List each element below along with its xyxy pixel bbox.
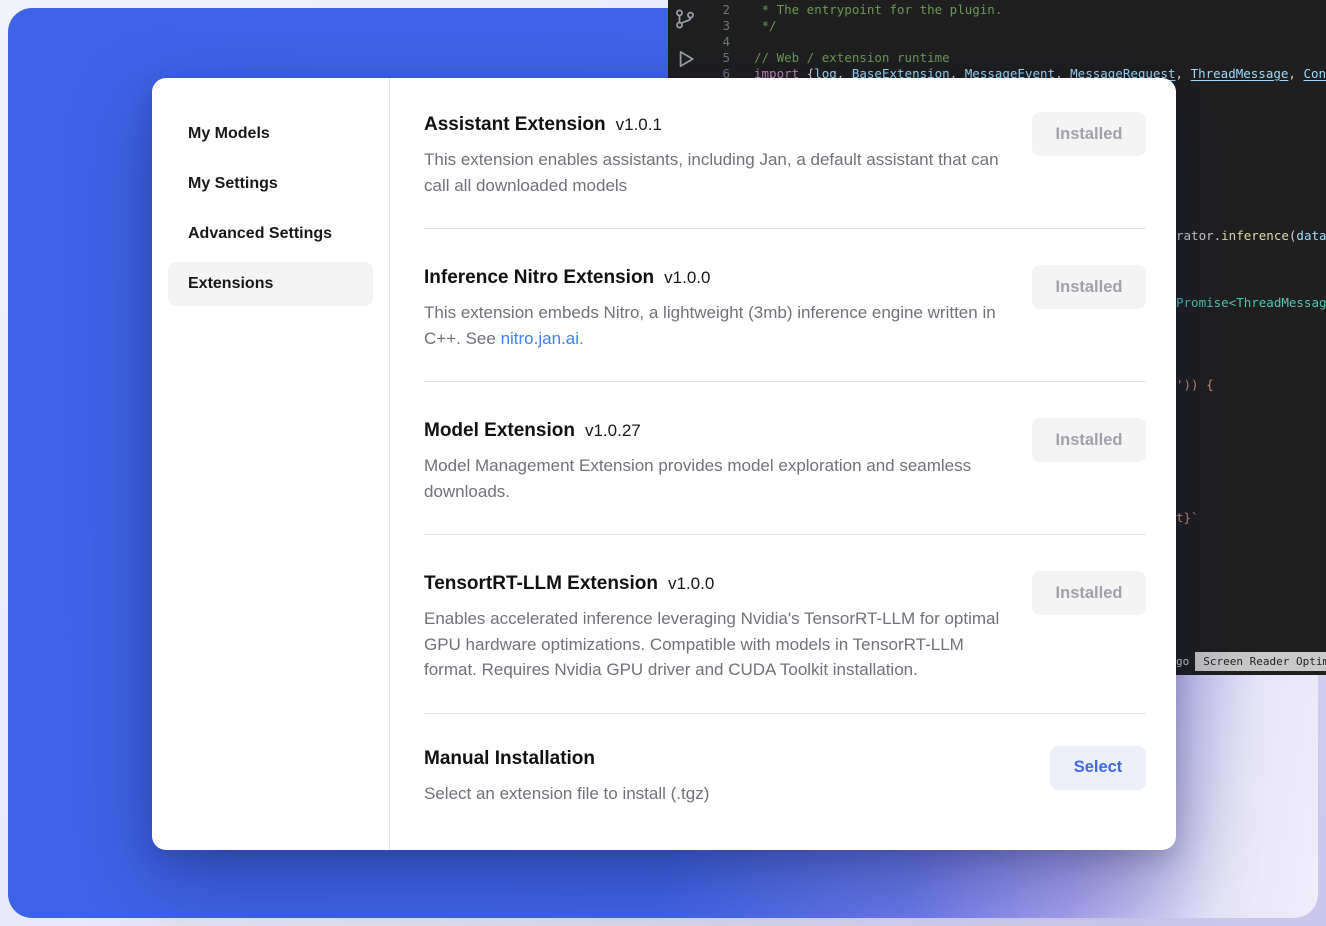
sidebar-item-advanced-settings[interactable]: Advanced Settings xyxy=(168,212,373,256)
extension-description: This extension enables assistants, inclu… xyxy=(424,147,1014,198)
code-text: */ xyxy=(744,18,777,33)
extension-info: Model Extension v1.0.27 Model Management… xyxy=(424,418,1014,504)
code-line: 2 * The entrypoint for the plugin. xyxy=(668,2,1002,18)
code-fragment: Promise<ThreadMessage> xyxy=(1176,295,1326,310)
manual-installation-description: Select an extension file to install (.tg… xyxy=(424,781,709,807)
line-number: 3 xyxy=(668,18,744,34)
extension-title: TensortRT-LLM Extension xyxy=(424,571,658,597)
sidebar-item-my-models[interactable]: My Models xyxy=(168,112,373,156)
code-line: 5// Web / extension runtime xyxy=(668,50,950,66)
line-number: 4 xyxy=(668,34,744,50)
extension-info: Inference Nitro Extension v1.0.0 This ex… xyxy=(424,265,1014,351)
settings-sidebar: My Models My Settings Advanced Settings … xyxy=(152,78,390,850)
code-text: // Web / extension runtime xyxy=(744,50,950,65)
extension-title: Model Extension xyxy=(424,418,575,444)
extension-info: Manual Installation Select an extension … xyxy=(424,746,709,807)
manual-installation-row: Manual Installation Select an extension … xyxy=(424,714,1146,807)
extension-info: Assistant Extension v1.0.1 This extensio… xyxy=(424,112,1014,198)
code-fragment: t}` xyxy=(1176,510,1199,525)
code-line: 3 */ xyxy=(668,18,777,34)
extension-version: v1.0.0 xyxy=(668,574,714,594)
select-file-button[interactable]: Select xyxy=(1050,746,1146,790)
extension-row: Assistant Extension v1.0.1 This extensio… xyxy=(424,112,1146,229)
code-fragment: rator.inference(data)); xyxy=(1176,228,1326,243)
code-line: 4 xyxy=(668,34,744,50)
extension-title: Assistant Extension xyxy=(424,112,606,138)
extension-description: This extension embeds Nitro, a lightweig… xyxy=(424,300,1014,351)
installed-button[interactable]: Installed xyxy=(1032,418,1146,462)
extension-description: Model Management Extension provides mode… xyxy=(424,453,1014,504)
nitro-jan-ai-link[interactable]: nitro.jan.ai. xyxy=(501,329,584,348)
extension-version: v1.0.0 xyxy=(664,268,710,288)
sidebar-item-my-settings[interactable]: My Settings xyxy=(168,162,373,206)
screen-reader-optimized-badge: Screen Reader Optimized xyxy=(1195,652,1326,671)
extension-row: Inference Nitro Extension v1.0.0 This ex… xyxy=(424,229,1146,382)
extension-description: Enables accelerated inference leveraging… xyxy=(424,606,1014,683)
sidebar-item-extensions[interactable]: Extensions xyxy=(168,262,373,306)
line-number: 2 xyxy=(668,2,744,18)
installed-button[interactable]: Installed xyxy=(1032,265,1146,309)
installed-button[interactable]: Installed xyxy=(1032,571,1146,615)
extension-info: TensortRT-LLM Extension v1.0.0 Enables a… xyxy=(424,571,1014,683)
extension-row: Model Extension v1.0.27 Model Management… xyxy=(424,382,1146,535)
extension-version: v1.0.27 xyxy=(585,421,641,441)
extension-title: Inference Nitro Extension xyxy=(424,265,654,291)
page-background: 2 * The entrypoint for the plugin. 3 */ … xyxy=(0,0,1326,926)
code-fragment: ')) { xyxy=(1176,377,1214,392)
extensions-list: Assistant Extension v1.0.1 This extensio… xyxy=(390,78,1176,850)
line-number: 5 xyxy=(668,50,744,66)
manual-installation-title: Manual Installation xyxy=(424,746,595,772)
status-text: go xyxy=(1176,655,1195,668)
settings-modal: My Models My Settings Advanced Settings … xyxy=(152,78,1176,850)
extension-row: TensortRT-LLM Extension v1.0.0 Enables a… xyxy=(424,535,1146,714)
extension-version: v1.0.1 xyxy=(616,115,662,135)
editor-status-bar: go Screen Reader Optimized xyxy=(1176,652,1326,671)
installed-button[interactable]: Installed xyxy=(1032,112,1146,156)
code-text: * The entrypoint for the plugin. xyxy=(744,2,1002,17)
